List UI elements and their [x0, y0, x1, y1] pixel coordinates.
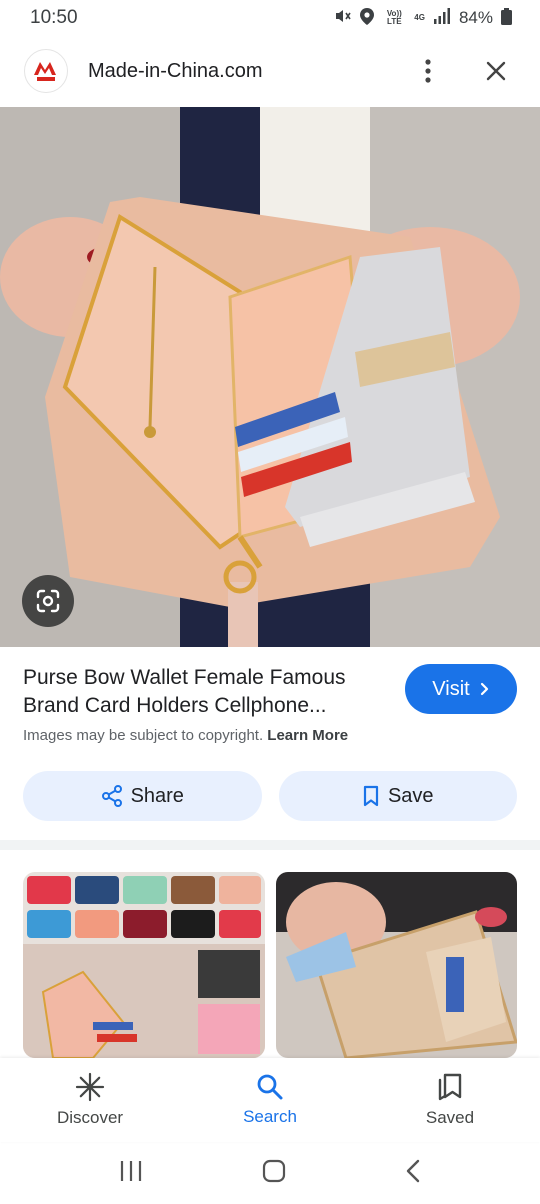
signal-icon	[433, 8, 451, 28]
learn-more-link[interactable]: Learn More	[267, 727, 348, 744]
status-time: 10:50	[30, 7, 78, 28]
saved-collection-icon	[438, 1073, 462, 1101]
copyright-notice: Images may be subject to copyright. Lear…	[23, 727, 348, 744]
google-lens-button[interactable]	[22, 575, 74, 627]
search-icon	[257, 1074, 283, 1100]
mute-icon	[334, 8, 352, 28]
battery-percent: 84%	[458, 8, 493, 27]
battery-icon	[501, 7, 512, 29]
copyright-text: Images may be subject to copyright.	[23, 727, 264, 744]
recent-apps-icon[interactable]	[119, 1160, 143, 1187]
share-label: Share	[130, 784, 184, 807]
related-image-thumbnail[interactable]	[23, 872, 265, 1058]
nav-discover[interactable]: Discover	[0, 1058, 180, 1142]
visit-button[interactable]: Visit	[405, 664, 517, 714]
back-icon[interactable]	[405, 1159, 421, 1188]
bookmark-icon	[363, 785, 379, 807]
status-icons: Vo)) LTE 4G 84%	[334, 7, 512, 29]
volte-label: Vo)) LTE	[386, 9, 402, 26]
save-button[interactable]: Save	[278, 771, 517, 821]
nav-saved-label: Saved	[425, 1108, 475, 1127]
nav-search-label: Search	[243, 1107, 297, 1126]
system-navigation-bar	[0, 1142, 540, 1204]
lens-icon	[36, 589, 60, 613]
status-bar: 10:50 Vo)) LTE 4G 84%	[0, 0, 540, 36]
top-app-bar: Made-in-China.com	[0, 40, 540, 102]
share-icon	[101, 785, 122, 807]
network-type: 4G	[414, 13, 425, 22]
more-options-icon[interactable]	[408, 51, 448, 91]
home-icon[interactable]	[262, 1159, 286, 1188]
bottom-navigation: Discover Search Saved	[0, 1058, 540, 1142]
related-image-thumbnail[interactable]	[276, 872, 517, 1058]
site-name: Made-in-China.com	[88, 59, 263, 82]
visit-label: Visit	[432, 677, 470, 700]
site-logo	[24, 49, 68, 93]
section-divider	[0, 840, 540, 850]
nav-discover-label: Discover	[56, 1108, 124, 1127]
result-title[interactable]: Purse Bow Wallet Female Famous Brand Car…	[23, 664, 393, 720]
chevron-right-icon	[480, 682, 488, 696]
close-icon[interactable]	[476, 51, 516, 91]
nav-search[interactable]: Search	[180, 1058, 360, 1142]
action-row: Share Save	[23, 771, 517, 821]
asterisk-icon	[75, 1072, 105, 1102]
main-result-image[interactable]	[0, 107, 540, 647]
nav-saved[interactable]: Saved	[360, 1058, 540, 1142]
location-icon	[360, 7, 375, 29]
share-button[interactable]: Share	[23, 771, 262, 821]
save-label: Save	[387, 784, 434, 807]
